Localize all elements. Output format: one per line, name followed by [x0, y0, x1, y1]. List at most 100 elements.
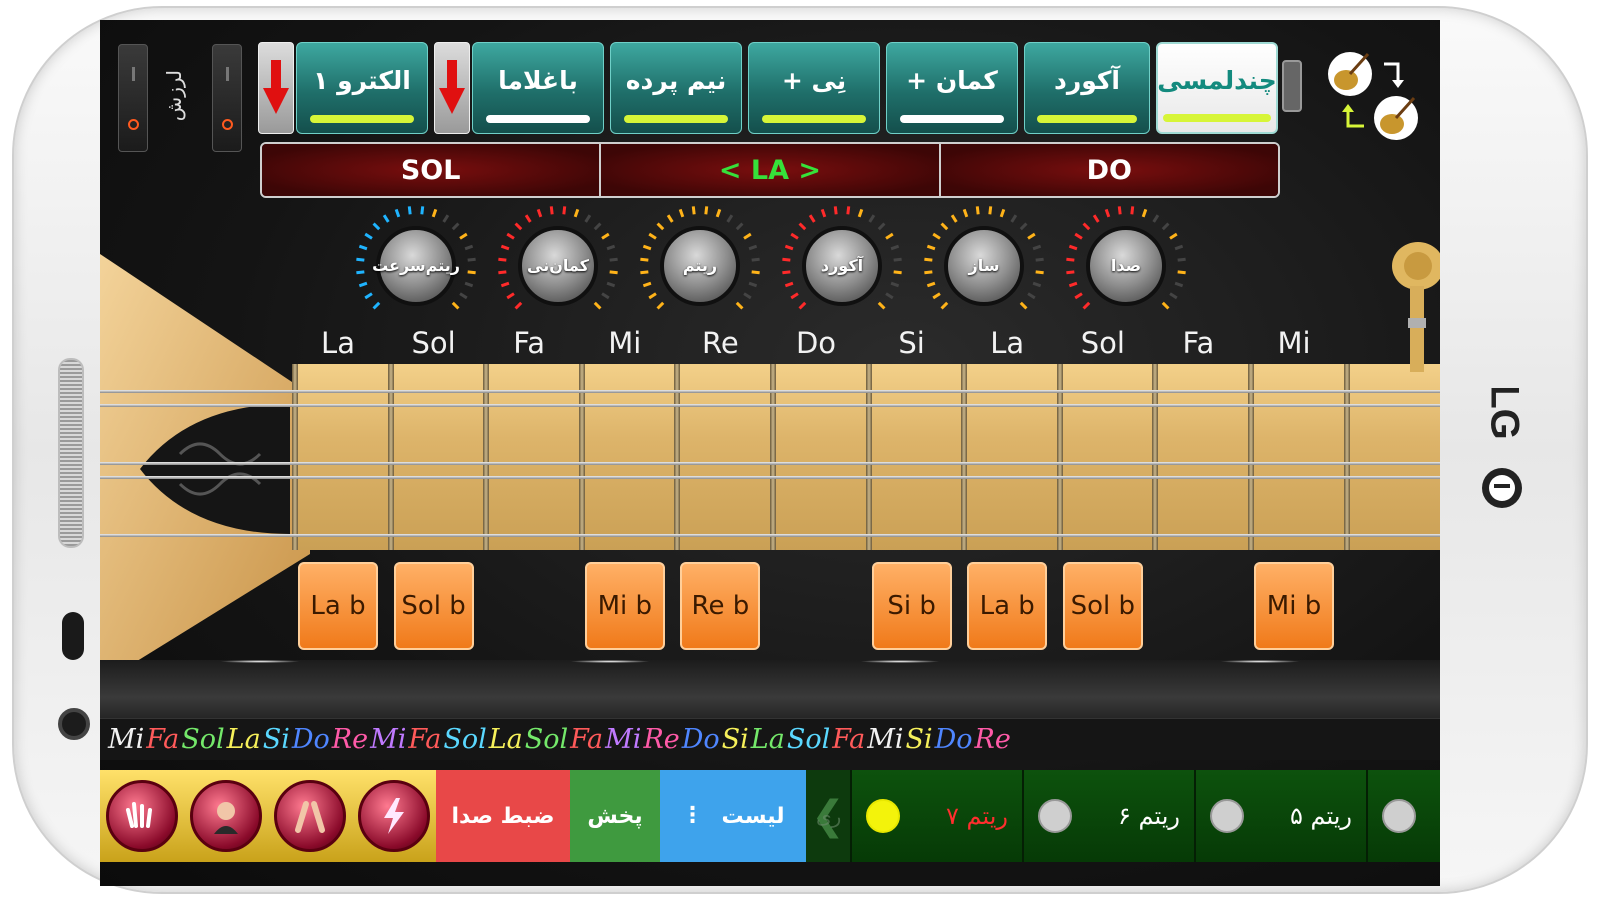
svg-text:LG: LG	[1482, 388, 1524, 440]
scale-note: Re	[331, 724, 369, 755]
knob-6[interactable]: صدا	[1064, 204, 1188, 328]
flat-note-button[interactable]: Sol b	[1062, 562, 1143, 650]
knob-2[interactable]: نی کمان	[496, 204, 620, 328]
scale-note: Mi	[867, 724, 904, 755]
scale-note: La	[488, 724, 523, 755]
flat-note-button[interactable]: La b	[298, 562, 378, 650]
vibration-label: لرزش	[162, 70, 186, 122]
rhythm-indicator-led	[1038, 799, 1072, 833]
knob-cap: ساز	[944, 226, 1024, 306]
scale-note: Fa	[832, 724, 866, 755]
scale-note: Sol	[524, 724, 569, 755]
rhythm-5-button[interactable]: ریتم ۵	[1194, 770, 1366, 862]
scale-note: La	[750, 724, 785, 755]
note-label: La	[321, 326, 355, 360]
string-1	[100, 390, 1440, 393]
knob-1[interactable]: سرعت ریتم	[354, 204, 478, 328]
note-label: Do	[795, 326, 837, 360]
scale-note: Fa	[408, 724, 442, 755]
tab-indicator	[762, 115, 866, 123]
clap-icon	[126, 802, 152, 828]
tab-indicator	[624, 115, 728, 123]
hands-icon	[295, 801, 325, 833]
vocal-effect-button[interactable]	[190, 780, 262, 852]
tab-chord[interactable]: آکورد	[1024, 42, 1150, 134]
lg-logo: LG	[1482, 388, 1524, 508]
dance-effect-button[interactable]	[274, 780, 346, 852]
scale-note: Do	[934, 724, 973, 755]
play-button[interactable]: پخش	[570, 770, 660, 862]
tab-indicator	[1162, 114, 1272, 122]
vibration-toggle-right[interactable]	[212, 44, 242, 152]
scale-note: Re	[643, 724, 680, 755]
flat-note-button[interactable]: La b	[967, 562, 1048, 650]
scale-note: Si	[721, 724, 749, 755]
scale-note: Fa	[570, 724, 604, 755]
scroll-left-button[interactable]: ❮ ری	[806, 770, 850, 862]
tuning-do[interactable]: DO	[938, 144, 1278, 196]
tab-electro[interactable]: الکترو ۱	[296, 42, 428, 134]
knob-cap: آکورد	[802, 226, 882, 306]
singer-icon	[214, 802, 238, 834]
tab-ney[interactable]: + نِی	[748, 42, 880, 134]
scale-note: Sol	[786, 724, 831, 755]
lightning-icon	[384, 798, 404, 834]
rhythm-4-button[interactable]	[1366, 770, 1440, 862]
down-arrow-icon	[439, 60, 465, 114]
scale-strip: Mi Fa Sol La Si Do Re Mi Fa Sol La Sol Fa Mi Re Do Si La S…	[100, 718, 1440, 760]
scale-note: Re	[974, 724, 1011, 755]
knob-cap: ریتم	[660, 226, 740, 306]
rhythm-7-button[interactable]: ریتم ۷	[850, 770, 1022, 862]
record-button[interactable]: ضبط صدا	[436, 770, 570, 862]
vibration-toggle-left[interactable]	[118, 44, 148, 152]
note-label: Re	[702, 326, 739, 360]
tab-baglama[interactable]: باغلاما	[472, 42, 604, 134]
knob-5[interactable]: ساز	[922, 204, 1046, 328]
earpiece-speaker	[58, 358, 84, 548]
knob-cap: سرعت ریتم	[372, 226, 460, 306]
swap-instrument-icon[interactable]	[1326, 44, 1422, 144]
note-label: Fa	[513, 326, 546, 360]
note-label: Mi	[1277, 326, 1311, 360]
flat-note-button[interactable]: Si b	[871, 562, 952, 650]
knob-cap: نی کمان	[518, 226, 598, 306]
more-vert-icon: ⋮	[681, 803, 704, 828]
note-label: Mi	[608, 326, 642, 360]
scale-note: Si	[262, 724, 290, 755]
note-label: La	[990, 326, 1025, 360]
scale-note: Do	[291, 724, 330, 755]
flat-note-button[interactable]: Sol b	[393, 562, 474, 650]
scale-note: Fa	[146, 724, 180, 755]
thunder-effect-button[interactable]	[358, 780, 430, 852]
list-button[interactable]: ⋮ لیست	[660, 770, 806, 862]
flat-note-button[interactable]: Mi b	[584, 562, 665, 650]
scale-note: Mi	[605, 724, 642, 755]
tab-indicator	[900, 115, 1004, 123]
rhythm-6-button[interactable]: ریتم ۶	[1022, 770, 1194, 862]
rhythm-indicator-led	[866, 799, 900, 833]
clap-effect-button[interactable]	[106, 780, 178, 852]
tuning-la[interactable]: < LA >	[599, 144, 939, 196]
flat-note-button[interactable]: Re b	[680, 562, 761, 650]
note-label: Fa	[1182, 326, 1215, 360]
note-label: Sol	[411, 326, 456, 360]
string-4	[100, 476, 1440, 479]
rhythm-indicator-led	[1382, 799, 1416, 833]
note-label: Sol	[1080, 326, 1125, 360]
string-5	[100, 534, 1440, 537]
flat-note-button[interactable]: Mi b	[1254, 562, 1334, 650]
tab-kaman[interactable]: + کمان	[886, 42, 1018, 134]
remote-icon[interactable]	[1282, 60, 1302, 112]
stage-floor	[100, 660, 1440, 722]
scale-note: Mi	[370, 724, 407, 755]
tuning-sol[interactable]: SOL	[262, 144, 600, 196]
scale-note: Mi	[108, 724, 145, 755]
scale-note: Sol	[181, 724, 225, 755]
tab-half-tone[interactable]: نیم پرده	[610, 42, 742, 134]
knob-3[interactable]: ریتم	[638, 204, 762, 328]
knob-4[interactable]: آکورد	[780, 204, 904, 328]
dropdown-arrow-button[interactable]	[258, 42, 294, 134]
dropdown-arrow-button-2[interactable]	[434, 42, 470, 134]
tab-multitouch[interactable]: چندلمسی	[1156, 42, 1278, 134]
front-camera	[58, 708, 90, 740]
